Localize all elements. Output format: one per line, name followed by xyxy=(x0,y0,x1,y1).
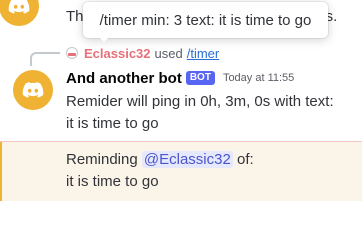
message-timestamp[interactable]: Today at 11:55 xyxy=(223,72,294,84)
reply-context[interactable]: Eclassic32 used /timer xyxy=(66,45,219,61)
discord-logo-icon xyxy=(22,82,44,98)
bot-message-line-1: Remider will ping in 0h, 3m, 0s with tex… xyxy=(66,93,334,110)
tooltip-arrow xyxy=(98,36,110,42)
mention-suffix: of: xyxy=(237,151,254,168)
bot-avatar[interactable] xyxy=(13,70,53,110)
mention-message-body: Reminding @Eclassic32 of: it is time to … xyxy=(66,149,356,193)
reply-used-label: used xyxy=(154,45,183,61)
mention-message-line-2: it is time to go xyxy=(66,173,159,190)
bot-author-name[interactable]: And another bot xyxy=(66,70,182,87)
bot-message-header: And another bot BOT Today at 11:55 xyxy=(66,68,294,88)
mention-prefix: Reminding xyxy=(66,151,138,168)
reply-command-link[interactable]: /timer xyxy=(187,46,220,61)
previous-message-start: Th xyxy=(66,8,84,25)
command-tooltip: /timer min: 3 text: it is time to go xyxy=(83,2,328,38)
bot-message-line-2: it is time to go xyxy=(66,115,159,132)
discord-logo-icon xyxy=(8,0,30,14)
bot-message-body: Remider will ping in 0h, 3m, 0s with tex… xyxy=(66,91,356,135)
reply-spine xyxy=(30,52,60,66)
mention-message-line-1: Reminding @Eclassic32 of: xyxy=(66,149,356,171)
reply-username[interactable]: Eclassic32 xyxy=(84,46,151,61)
user-mention[interactable]: @Eclassic32 xyxy=(141,151,233,168)
tooltip-text: /timer min: 3 text: it is time to go xyxy=(99,11,312,29)
reply-user-avatar[interactable] xyxy=(66,47,78,59)
new-messages-divider xyxy=(0,141,362,142)
bot-badge: BOT xyxy=(185,71,215,85)
previous-author-avatar[interactable] xyxy=(0,0,39,26)
